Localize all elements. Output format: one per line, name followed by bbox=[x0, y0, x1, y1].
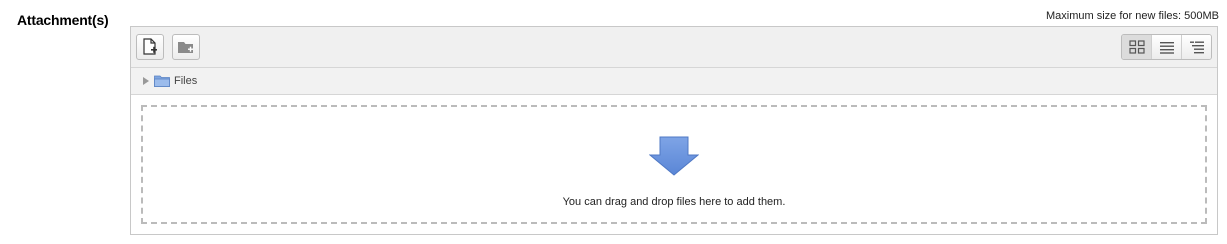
max-size-note: Maximum size for new files: 500MB bbox=[1046, 10, 1219, 22]
add-file-button[interactable] bbox=[136, 34, 164, 60]
view-switcher bbox=[1121, 34, 1212, 60]
folder-path-bar: Files bbox=[131, 68, 1217, 95]
create-folder-icon bbox=[178, 42, 193, 53]
file-manager-toolbar bbox=[131, 27, 1217, 68]
expand-arrow-icon[interactable] bbox=[143, 77, 149, 85]
file-dropzone[interactable]: You can drag and drop files here to add … bbox=[141, 105, 1207, 224]
file-manager: Files You can drag and drop files here t… bbox=[130, 26, 1218, 235]
folder-path-label[interactable]: Files bbox=[174, 75, 197, 87]
create-folder-button[interactable] bbox=[172, 34, 200, 60]
view-tree-button[interactable] bbox=[1181, 35, 1211, 59]
view-list-icon bbox=[1159, 42, 1174, 54]
view-icons-icon bbox=[1128, 40, 1145, 54]
view-tree-icon bbox=[1189, 41, 1204, 54]
view-list-button[interactable] bbox=[1151, 35, 1181, 59]
folder-icon bbox=[154, 75, 170, 87]
add-file-icon bbox=[143, 38, 157, 55]
drop-arrow-icon bbox=[649, 136, 699, 176]
field-label: Attachment(s) bbox=[17, 12, 109, 28]
dropzone-message: You can drag and drop files here to add … bbox=[562, 196, 786, 208]
view-icons-button[interactable] bbox=[1122, 35, 1151, 59]
